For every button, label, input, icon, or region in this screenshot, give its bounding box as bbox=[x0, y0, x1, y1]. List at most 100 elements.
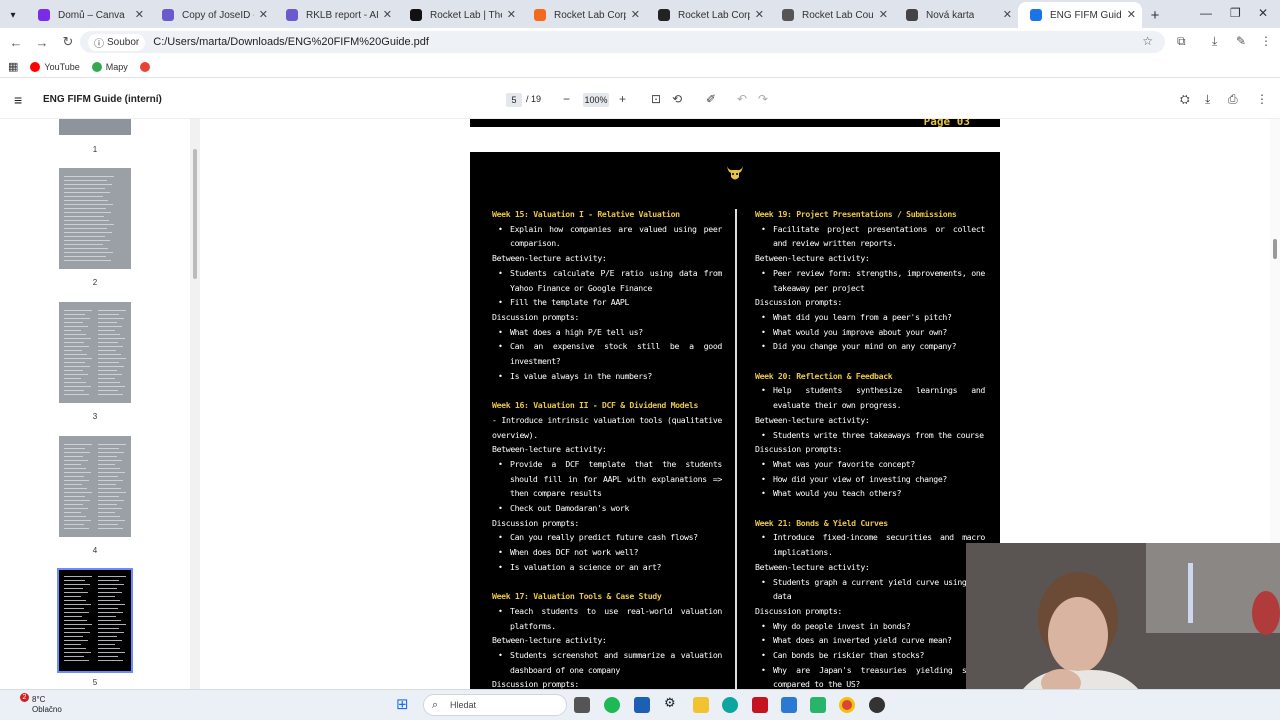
browser-tab[interactable]: Rocket Lab | The Spa ✕ bbox=[398, 2, 522, 28]
tab-close-icon[interactable]: ✕ bbox=[879, 8, 888, 21]
document-title: ENG FIFM Guide (interní) bbox=[43, 94, 162, 105]
tab-close-icon[interactable]: ✕ bbox=[507, 8, 516, 21]
thumbnail-text-line bbox=[98, 338, 125, 339]
tab-search-icon[interactable]: ▾ bbox=[0, 2, 26, 28]
viewer-scroll-thumb[interactable] bbox=[1273, 239, 1277, 259]
browser-tab[interactable]: RKLB report - AI ✕ bbox=[274, 2, 398, 28]
thumbnail-text-line bbox=[64, 256, 106, 257]
browser-tab[interactable]: Copy of JoseID - Rea ✕ bbox=[150, 2, 274, 28]
weather-widget[interactable]: 2 8°C Oblačno bbox=[18, 693, 62, 715]
tab-close-icon[interactable]: ✕ bbox=[755, 8, 764, 21]
browser-tab[interactable]: Rocket Lab Course Ri ✕ bbox=[770, 2, 894, 28]
tab-close-icon[interactable]: ✕ bbox=[383, 8, 392, 21]
thumbnail-text-line bbox=[98, 346, 123, 347]
netflix-icon[interactable] bbox=[752, 697, 768, 713]
download-icon[interactable]: ⤓ bbox=[1212, 34, 1217, 49]
sidebar-scroll-thumb[interactable] bbox=[193, 149, 197, 279]
week-heading: Week 21: Bonds & Yield Curves bbox=[755, 517, 888, 528]
thumbnail-text-line bbox=[64, 200, 108, 201]
browser-tab[interactable]: Nová karta ✕ bbox=[894, 2, 1018, 28]
tab-strip: ▾ Domů – Canva✕Copy of JoseID - Rea✕RKLB… bbox=[0, 0, 1280, 28]
file-explorer-icon[interactable] bbox=[693, 697, 709, 713]
app-icon[interactable] bbox=[810, 697, 826, 713]
minimize-icon[interactable]: — bbox=[1200, 6, 1212, 20]
browser-tab[interactable]: Rocket Lab Corp (RKL ✕ bbox=[646, 2, 770, 28]
thumbnail-text-line bbox=[64, 248, 108, 249]
hamburger-menu-icon[interactable]: ≡ bbox=[14, 92, 22, 108]
zoom-in-button[interactable]: + bbox=[619, 92, 626, 106]
browser-tab[interactable]: Rocket Lab Corporat ✕ bbox=[522, 2, 646, 28]
windows-start-icon[interactable]: ⊞ bbox=[396, 695, 412, 713]
forward-icon[interactable]: → bbox=[30, 35, 54, 50]
tab-favicon-icon bbox=[410, 9, 422, 21]
tab-close-icon[interactable]: ✕ bbox=[135, 8, 144, 21]
thumbnail-text-line bbox=[64, 346, 89, 347]
bookmark-star-icon[interactable]: ☆ bbox=[1142, 34, 1153, 48]
new-tab-button[interactable]: + bbox=[1142, 2, 1168, 28]
thumbnail-text-line bbox=[98, 592, 122, 593]
address-bar[interactable]: ⓘ Soubor C:/Users/marta/Downloads/ENG%20F… bbox=[80, 31, 1165, 53]
profile-icon[interactable]: ✎ bbox=[1236, 34, 1246, 48]
calculator-icon[interactable] bbox=[634, 697, 650, 713]
tab-close-icon[interactable]: ✕ bbox=[259, 8, 268, 21]
pdf-more-icon[interactable]: ⋮ bbox=[1256, 92, 1268, 106]
recorder-icon[interactable] bbox=[869, 697, 885, 713]
page-number-input[interactable]: 5 bbox=[506, 93, 522, 107]
site-info-chip[interactable]: ⓘ Soubor bbox=[88, 33, 146, 51]
spotify-icon[interactable] bbox=[604, 697, 620, 713]
extensions-icon[interactable]: ⧉ bbox=[1177, 34, 1186, 49]
reload-icon[interactable]: ↻ bbox=[56, 34, 80, 50]
browser-menu-icon[interactable]: ⋮ bbox=[1260, 34, 1272, 48]
bookmark-item[interactable]: YouTube bbox=[30, 61, 80, 72]
thumbnail-text-line bbox=[98, 468, 120, 469]
chrome-icon[interactable] bbox=[839, 697, 855, 713]
edge-icon[interactable] bbox=[722, 697, 738, 713]
thumbnail-text-line bbox=[64, 624, 92, 625]
thumbnail-text-line bbox=[64, 456, 83, 457]
bookmark-item[interactable] bbox=[139, 61, 154, 72]
bookmark-item[interactable]: Mapy bbox=[91, 61, 128, 72]
browser-tab[interactable]: Domů – Canva ✕ bbox=[26, 2, 150, 28]
tab-close-icon[interactable]: ✕ bbox=[1003, 8, 1012, 21]
thumbnail-text-line bbox=[98, 520, 125, 521]
rotate-icon[interactable]: ⟲ bbox=[672, 92, 682, 106]
settings-gear-icon[interactable]: ⚙ bbox=[664, 695, 680, 711]
thumbnail-text-line bbox=[98, 636, 117, 637]
browser-tab[interactable]: ENG FIFM Guide (inte ✕ bbox=[1018, 2, 1142, 28]
thumbnail-text-line bbox=[64, 576, 92, 577]
bullet-item: Fill the template for AAPL bbox=[492, 295, 722, 310]
thumbnail-text-line bbox=[64, 656, 84, 657]
back-icon[interactable]: ← bbox=[4, 35, 28, 50]
fit-page-icon[interactable]: ⊡ bbox=[651, 92, 661, 106]
thumbnail-text-line bbox=[64, 588, 83, 589]
section-label: Discussion prompts: bbox=[755, 297, 843, 308]
pdf-download-icon[interactable]: ⤓ bbox=[1205, 92, 1210, 107]
thumbnail-text-line bbox=[98, 370, 117, 371]
print-icon[interactable]: ⎙ bbox=[1228, 92, 1238, 107]
apps-icon[interactable]: ▦ bbox=[8, 60, 18, 73]
bullet-item: Students calculate P/E ratio using data … bbox=[492, 266, 722, 295]
thumbnail-text-line bbox=[64, 512, 81, 513]
thumbnail-text-line bbox=[98, 452, 124, 453]
undo-icon[interactable]: ↶ bbox=[737, 92, 747, 106]
taskbar-search[interactable]: ⌕ Hledat bbox=[423, 694, 567, 716]
zoom-level-input[interactable]: 100% bbox=[583, 93, 609, 107]
thumbnail-page-1[interactable] bbox=[59, 119, 131, 135]
tab-close-icon[interactable]: ✕ bbox=[1127, 8, 1136, 21]
thumbnail-text-line bbox=[64, 452, 90, 453]
weather-desc: Oblačno bbox=[32, 705, 62, 714]
vscode-icon[interactable] bbox=[781, 697, 797, 713]
translate-icon[interactable]: ⛭ bbox=[1180, 92, 1190, 107]
annotate-icon[interactable]: ✐ bbox=[706, 92, 716, 106]
thumbnail-text-line bbox=[64, 354, 87, 355]
close-window-icon[interactable]: ✕ bbox=[1258, 6, 1268, 20]
redo-icon[interactable]: ↷ bbox=[758, 92, 768, 106]
thumbnail-text-line bbox=[64, 184, 112, 185]
sidebar-scrollbar[interactable] bbox=[190, 119, 200, 689]
task-view-icon[interactable] bbox=[574, 697, 590, 713]
tab-close-icon[interactable]: ✕ bbox=[631, 8, 640, 21]
zoom-out-button[interactable]: − bbox=[563, 92, 570, 106]
thumbnail-text-line bbox=[98, 596, 115, 597]
maximize-icon[interactable]: ❐ bbox=[1230, 6, 1241, 20]
